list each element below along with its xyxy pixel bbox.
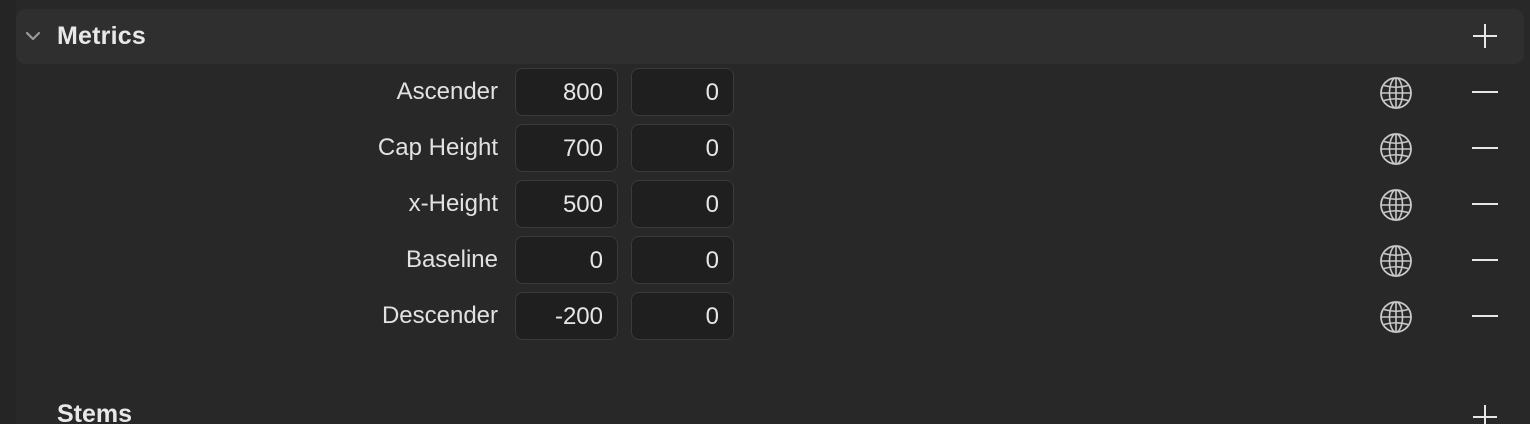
remove-metric-button[interactable]: [1470, 78, 1500, 108]
metric-overshoot-field[interactable]: 0: [631, 124, 734, 172]
stems-section-title[interactable]: Stems: [57, 400, 132, 424]
metric-row-descender: Descender -200 0: [0, 292, 1530, 342]
metric-value-field[interactable]: 700: [515, 124, 618, 172]
remove-metric-button[interactable]: [1470, 190, 1500, 220]
minus-icon: [1472, 147, 1498, 149]
metric-row-x-height: x-Height 500 0: [0, 180, 1530, 230]
minus-icon: [1472, 315, 1498, 317]
font-info-panel: Metrics Ascender 800 0 Cap Height 700 0 …: [0, 0, 1530, 424]
metric-label: Descender: [381, 302, 498, 329]
metric-overshoot-field[interactable]: 0: [631, 236, 734, 284]
metric-row-baseline: Baseline 0 0: [0, 236, 1530, 286]
globe-icon[interactable]: [1378, 131, 1414, 167]
metric-label: Baseline: [405, 246, 498, 273]
minus-icon: [1472, 259, 1498, 261]
metrics-section-title: Metrics: [57, 22, 146, 50]
add-metric-button[interactable]: [1470, 21, 1500, 51]
metric-row-ascender: Ascender 800 0: [0, 68, 1530, 118]
plus-icon: [1473, 405, 1497, 424]
metric-label: Ascender: [396, 78, 498, 105]
metric-row-cap-height: Cap Height 700 0: [0, 124, 1530, 174]
metric-label: Cap Height: [377, 134, 498, 161]
add-stem-button[interactable]: [1470, 402, 1500, 424]
chevron-down-icon[interactable]: [24, 27, 42, 45]
plus-icon: [1473, 24, 1497, 48]
metric-overshoot-field[interactable]: 0: [631, 180, 734, 228]
metric-overshoot-field[interactable]: 0: [631, 292, 734, 340]
remove-metric-button[interactable]: [1470, 302, 1500, 332]
metric-value-field[interactable]: 0: [515, 236, 618, 284]
metric-label: x-Height: [408, 190, 498, 217]
remove-metric-button[interactable]: [1470, 134, 1500, 164]
metric-value-field[interactable]: -200: [515, 292, 618, 340]
globe-icon[interactable]: [1378, 75, 1414, 111]
metric-value-field[interactable]: 500: [515, 180, 618, 228]
metric-overshoot-field[interactable]: 0: [631, 68, 734, 116]
metrics-section-header[interactable]: Metrics: [16, 9, 1524, 64]
remove-metric-button[interactable]: [1470, 246, 1500, 276]
globe-icon[interactable]: [1378, 243, 1414, 279]
minus-icon: [1472, 203, 1498, 205]
globe-icon[interactable]: [1378, 299, 1414, 335]
globe-icon[interactable]: [1378, 187, 1414, 223]
metric-value-field[interactable]: 800: [515, 68, 618, 116]
minus-icon: [1472, 91, 1498, 93]
